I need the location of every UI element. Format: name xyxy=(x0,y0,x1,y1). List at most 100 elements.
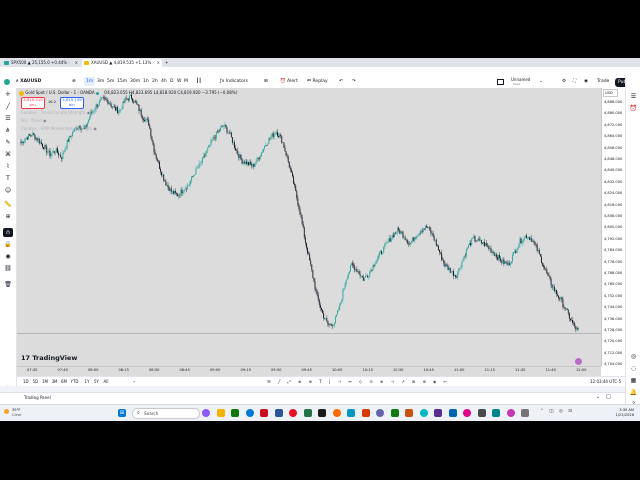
range-5y[interactable]: 5Y xyxy=(94,378,99,386)
crosshair-icon[interactable]: ✛ xyxy=(3,90,13,99)
interval-30m[interactable]: 30m xyxy=(128,77,142,86)
alert-button[interactable]: ⏰ Alert xyxy=(278,77,300,86)
interval-15m[interactable]: 15m xyxy=(115,77,129,86)
brush-icon[interactable]: ✎ xyxy=(3,138,13,147)
replay-button[interactable]: ⏮ Replay xyxy=(305,77,330,86)
chat-icon[interactable]: ◎ xyxy=(629,352,638,361)
indicator-row[interactable]: Candles · EMA Momentum Strength ◉ xyxy=(21,126,97,131)
app-icon[interactable] xyxy=(390,409,399,417)
range-all[interactable]: All xyxy=(104,378,109,386)
browser-tab-spx500[interactable]: SPX500 ▲ 25,155.0 +0.44% · × xyxy=(2,59,80,67)
file-explorer-icon[interactable] xyxy=(216,409,225,417)
eye-icon[interactable]: ◉ xyxy=(43,118,47,123)
zoom-in-icon[interactable]: ⊕ xyxy=(3,212,13,221)
store-icon[interactable] xyxy=(245,409,254,417)
text-icon[interactable]: T xyxy=(3,174,13,183)
panel-collapse-icon[interactable]: ⌄ xyxy=(596,394,600,400)
widgets-icon[interactable] xyxy=(202,409,210,417)
eye-icon[interactable]: ◉ xyxy=(93,126,97,131)
app-icon[interactable] xyxy=(419,409,428,417)
indicators-button[interactable]: ƒx Indicators xyxy=(218,77,250,86)
pitchfork-icon[interactable]: ⋔ xyxy=(3,126,13,135)
app-icon[interactable] xyxy=(448,409,457,417)
range-1y[interactable]: 1Y xyxy=(85,378,90,386)
word-icon[interactable] xyxy=(274,409,283,417)
lock-drawings-icon[interactable]: 🔒 xyxy=(3,240,13,249)
teams-icon[interactable] xyxy=(376,409,384,417)
app-icon[interactable] xyxy=(477,409,486,417)
range-1m[interactable]: 1M xyxy=(42,378,48,386)
text-tool-icon[interactable]: ⌘ xyxy=(3,150,13,159)
close-tab-icon[interactable]: × xyxy=(75,59,78,67)
emoji-icon[interactable]: ☺ xyxy=(3,186,13,195)
mail-icon[interactable] xyxy=(260,409,268,417)
trendline-icon[interactable]: ╱ xyxy=(3,102,13,111)
trading-panel[interactable]: Trading Panel ⌄ □ xyxy=(0,392,625,403)
app-icon[interactable] xyxy=(332,409,341,417)
app-icon[interactable] xyxy=(405,409,413,417)
tradingview-watermark[interactable]: 17 TradingView xyxy=(21,354,77,362)
taskbar-search[interactable]: ⌕ Search xyxy=(132,408,200,419)
tradingview-app-icon[interactable] xyxy=(318,409,326,417)
weather-widget[interactable]: 39°F Clear xyxy=(4,408,21,417)
range-1d[interactable]: 1D xyxy=(23,378,29,386)
fullscreen-icon[interactable]: ⛶ xyxy=(571,77,578,86)
range-5d[interactable]: 5D xyxy=(33,378,39,386)
symbol-legend[interactable]: Gold Spot / U.S. Dollar · 1 · OANDA O4,8… xyxy=(19,90,237,96)
redo-icon[interactable]: ↷ xyxy=(350,77,358,86)
favorites-icon[interactable]: ⛓ xyxy=(3,264,13,273)
indicator-row[interactable]: Candles · Trend Candle Strength ◉ xyxy=(21,110,90,115)
sell-button[interactable]: 4,819.519 SELL xyxy=(21,97,45,109)
settings-gear-icon[interactable]: ⚙ xyxy=(560,77,568,86)
trade-button[interactable]: Trade xyxy=(595,77,611,86)
start-menu-icon[interactable]: ⊞ xyxy=(118,409,126,417)
app-icon[interactable] xyxy=(463,409,471,417)
layouts-icon[interactable]: ⊞ xyxy=(262,77,270,86)
excel-icon[interactable] xyxy=(303,409,312,417)
notifications-bell-icon[interactable]: 🔔 xyxy=(629,388,638,397)
watchlist-icon[interactable]: ☰ xyxy=(629,92,638,101)
edge-icon[interactable] xyxy=(231,409,239,417)
indicator-row[interactable]: Vol · Trend ◉ xyxy=(21,118,47,123)
app-icon[interactable] xyxy=(347,409,355,417)
app-icon[interactable] xyxy=(361,409,370,417)
taskbar-clock[interactable]: 3:30 AM 1/22/2026 xyxy=(606,408,634,418)
system-tray[interactable]: ⌃ ◫ ◎ ⊡ xyxy=(540,409,574,414)
time-scale[interactable]: 07:30 07:45 08:00 08:15 08:30 08:45 09:00 09:15… xyxy=(17,366,601,376)
horizontal-lines-icon[interactable]: ☰ xyxy=(3,114,13,123)
app-icon[interactable] xyxy=(521,409,529,417)
interval-m[interactable]: M xyxy=(182,77,190,86)
new-tab-button[interactable]: + xyxy=(163,59,172,67)
hide-drawings-icon[interactable]: ◉ xyxy=(3,252,13,261)
currency-selector[interactable]: USD xyxy=(603,89,618,97)
compare-symbol-button[interactable]: ⊕ xyxy=(70,77,78,86)
layout-dropdown-chevron-icon[interactable]: ⌄ xyxy=(537,77,545,86)
magnet-icon[interactable]: ∩ xyxy=(3,228,13,237)
chart-type-candles-icon[interactable]: ┃┃ xyxy=(194,77,203,86)
range-ytd[interactable]: YTD xyxy=(71,378,79,386)
buy-button[interactable]: 4,819.149 BUY xyxy=(60,97,84,109)
symbol-search-button[interactable]: ⌕ XAUUSD xyxy=(14,77,43,86)
price-scale[interactable]: USD 4,888.000 4,880.000 4,872.000 4,864.000… xyxy=(585,88,626,390)
snapshot-camera-icon[interactable]: ◉ xyxy=(582,77,590,86)
patterns-icon[interactable]: ⌇ xyxy=(3,162,13,171)
ruler-icon[interactable]: 📏 xyxy=(3,200,13,209)
calendar-icon[interactable]: ▦ xyxy=(629,376,638,385)
eye-icon[interactable]: ◉ xyxy=(87,110,91,115)
clock-readout[interactable]: 12:03:44 UTC-5 xyxy=(590,378,621,386)
candlestick-chart[interactable] xyxy=(17,88,601,366)
browser-tab-xauusd[interactable]: XAUUSD ▲ 4,819.535 +1.13% · × xyxy=(82,59,162,67)
trading-panel-label[interactable]: Trading Panel xyxy=(24,395,51,400)
go-to-realtime-icon[interactable] xyxy=(575,358,582,365)
panel-maximize-icon[interactable]: □ xyxy=(606,394,611,400)
trash-icon[interactable]: 🗑 xyxy=(3,280,13,289)
goto-date-icon[interactable]: ⌁ xyxy=(133,378,135,386)
app-icon[interactable] xyxy=(492,409,500,417)
drawing-quick-tools[interactable]: ☰ ╱ ⤢ ⊕ ⊕ T | ⊣ ↔ ◇ ⊙ ⊕ ⊣ ↗ ⊞ ⊚ ◈ ↩ xyxy=(267,378,450,386)
user-avatar[interactable] xyxy=(4,79,10,85)
app-icon[interactable] xyxy=(506,409,515,417)
ideas-icon[interactable]: ◌ xyxy=(629,364,638,373)
interval-1m[interactable]: 1m xyxy=(84,77,96,86)
alerts-clock-icon[interactable]: ⏰ xyxy=(629,104,638,113)
close-tab-icon[interactable]: × xyxy=(157,59,160,67)
